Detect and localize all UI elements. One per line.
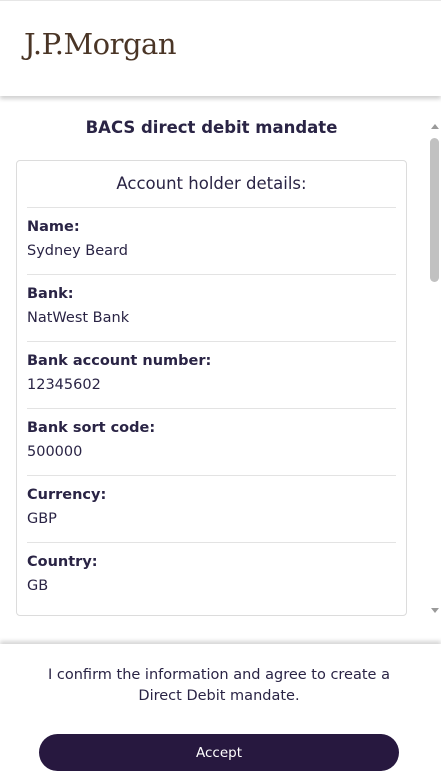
field-value: GBP [27, 511, 57, 527]
field-bank: Bank: NatWest Bank [27, 275, 396, 342]
field-country: Country: GB [27, 543, 396, 610]
field-label: Bank: [27, 286, 74, 302]
mandate-scroll-area[interactable]: BACS direct debit mandate Account holder… [0, 96, 441, 644]
field-bank-account-number: Bank account number: 12345602 [27, 342, 396, 409]
field-label: Currency: [27, 487, 107, 503]
scroll-down-arrow-icon[interactable] [431, 608, 439, 613]
confirm-text: I confirm the information and agree to c… [48, 667, 390, 704]
field-value: NatWest Bank [27, 310, 130, 326]
vertical-scrollbar[interactable] [428, 96, 441, 626]
field-value: 500000 [27, 444, 83, 460]
footer: I confirm the information and agree to c… [0, 644, 441, 781]
account-holder-card: Account holder details: Name: Sydney Bea… [16, 160, 407, 616]
page-title: BACS direct debit mandate [85, 118, 338, 137]
field-value: 12345602 [27, 377, 101, 393]
accept-button[interactable]: Accept [39, 734, 399, 771]
field-currency: Currency: GBP [27, 476, 396, 543]
card-title: Account holder details: [116, 174, 307, 193]
field-label: Country: [27, 554, 98, 570]
jpmorgan-logo: J.P.Morgan [24, 27, 177, 61]
field-value: GB [27, 578, 49, 594]
header: J.P.Morgan [0, 0, 441, 96]
scrollbar-thumb[interactable] [430, 138, 439, 282]
field-bank-sort-code: Bank sort code: 500000 [27, 409, 396, 476]
field-label: Bank account number: [27, 353, 212, 369]
field-value: Sydney Beard [27, 243, 128, 259]
field-label: Bank sort code: [27, 420, 156, 436]
field-label: Name: [27, 219, 80, 235]
scroll-up-arrow-icon[interactable] [431, 124, 439, 129]
field-name: Name: Sydney Beard [27, 208, 396, 275]
